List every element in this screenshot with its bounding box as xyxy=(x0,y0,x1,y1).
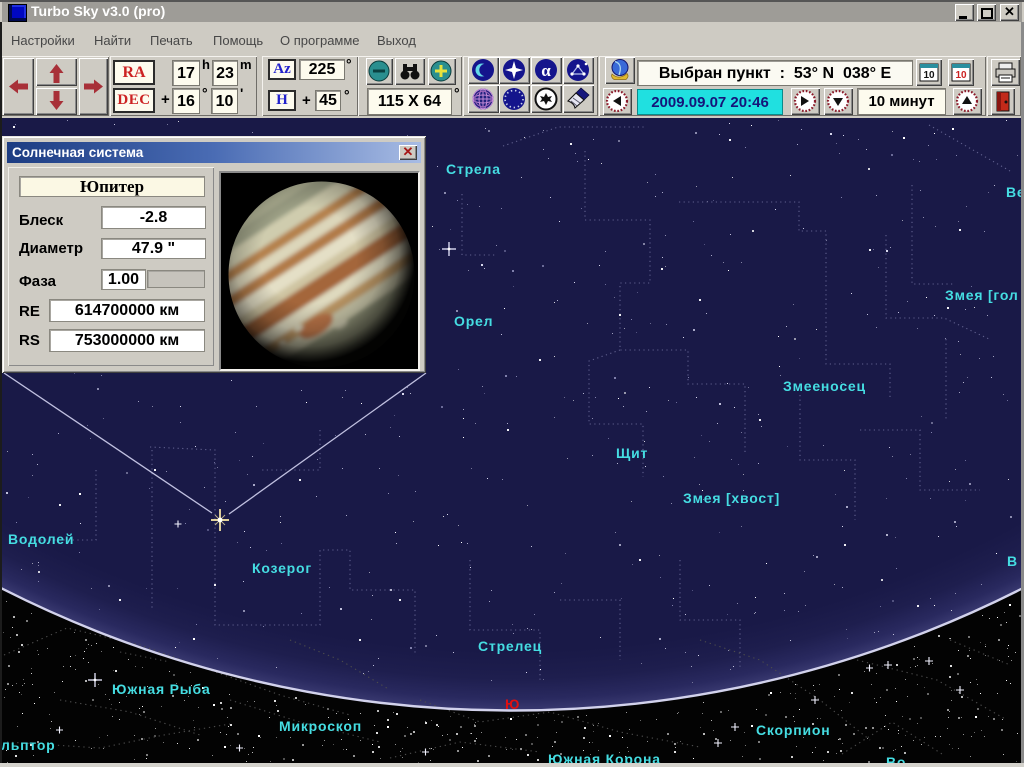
svg-text:10: 10 xyxy=(923,70,935,81)
svg-text:α: α xyxy=(541,61,551,80)
svg-text:10: 10 xyxy=(955,70,967,81)
